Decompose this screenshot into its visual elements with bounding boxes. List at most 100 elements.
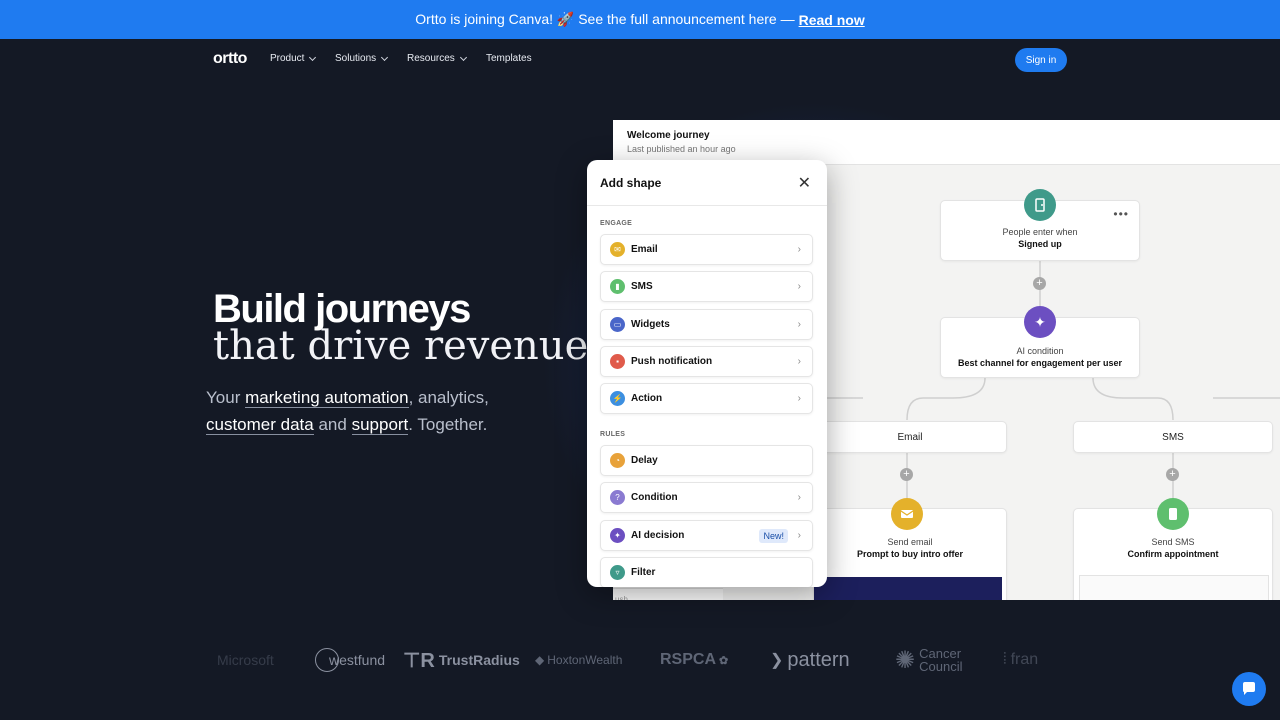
shape-item-delay[interactable]: ◔ Delay — [600, 445, 813, 476]
sub-prefix: Your — [206, 388, 241, 407]
send-sms-line2: Confirm appointment — [1127, 549, 1219, 559]
partial-node-text: ush — [615, 595, 628, 600]
logo-fran: ⦙ fran — [1003, 651, 1039, 668]
customer-logos: Microsoft westfund ⊤R TrustRadius ◆ Hoxton… — [215, 642, 1055, 678]
widget-icon: ▭ — [610, 317, 625, 332]
send-email-line2: Prompt to buy intro offer — [857, 549, 963, 559]
chevron-right-icon: › — [797, 393, 801, 404]
logo-westfund-text: westfund — [329, 652, 386, 668]
chevron-down-icon — [381, 53, 389, 61]
sign-in-button[interactable]: Sign in — [1015, 48, 1067, 72]
banner-text: Ortto is joining Canva! 🚀 See the full a… — [415, 11, 795, 27]
sparkle-icon: ✦ — [1024, 306, 1056, 338]
sms-preview — [1079, 575, 1269, 600]
more-options-icon[interactable]: ••• — [1113, 207, 1129, 221]
email-icon — [891, 498, 923, 530]
chevron-down-icon — [309, 53, 317, 61]
shape-item-ai-decision[interactable]: ✦ AI decision New! › — [600, 520, 813, 551]
nav-product[interactable]: Product — [270, 53, 317, 64]
read-now-link[interactable]: Read now — [799, 12, 865, 28]
send-sms-line1: Send SMS — [1151, 537, 1195, 547]
sub-suffix: . Together. — [408, 415, 488, 434]
send-email-line1: Send email — [887, 537, 933, 547]
close-icon[interactable]: ✕ — [798, 173, 811, 193]
shape-item-label: Push notification — [631, 356, 713, 367]
nav-templates[interactable]: Templates — [486, 53, 532, 64]
shape-item-email[interactable]: ✉ Email › — [600, 234, 813, 265]
modal-title: Add shape — [600, 176, 662, 190]
shape-item-push-notification[interactable]: ▪ Push notification › — [600, 346, 813, 377]
chevron-right-icon: › — [797, 281, 801, 292]
hero-headline-serif: that drive revenue — [213, 323, 589, 369]
engage-section-label: ENGAGE — [600, 220, 633, 227]
logo-hoxtonwealth-text: HoxtonWealth — [547, 653, 623, 667]
branch-sms[interactable]: SMS — [1073, 421, 1273, 453]
logo-rspca: RSPCA ✿ — [660, 651, 729, 668]
shape-item-action[interactable]: ⚡ Action › — [600, 383, 813, 414]
email-icon: ✉ — [610, 242, 625, 257]
ortto-logo[interactable]: ortto — [213, 50, 247, 68]
logo-rspca-text: RSPCA — [660, 651, 717, 668]
hero-subheading: Your marketing automation, analytics, cu… — [206, 384, 526, 438]
shape-item-label: Action — [631, 393, 663, 404]
add-step-icon[interactable]: + — [1033, 277, 1046, 290]
shape-item-condition[interactable]: ? Condition › — [600, 482, 813, 513]
partial-node: ush — [613, 588, 723, 600]
nav-resources[interactable]: Resources — [407, 53, 467, 64]
chevron-right-icon: › — [797, 244, 801, 255]
chevron-right-icon: › — [797, 319, 801, 330]
add-step-icon[interactable]: + — [900, 468, 913, 481]
customer-data-link[interactable]: customer data — [206, 415, 314, 435]
support-link[interactable]: support — [351, 415, 409, 435]
sub-mid2: and — [318, 415, 347, 434]
announcement-banner: Ortto is joining Canva! 🚀 See the full a… — [0, 0, 1280, 39]
shape-item-label: Condition — [631, 492, 678, 503]
rules-section-label: RULES — [600, 431, 626, 438]
door-icon — [1024, 189, 1056, 221]
logo-pattern: ❯ pattern — [770, 648, 850, 671]
shape-item-sms[interactable]: ▮ SMS › — [600, 271, 813, 302]
chevron-down-icon — [459, 53, 467, 61]
condition-line2: Best channel for engagement per user — [957, 358, 1123, 368]
nav-templates-label: Templates — [486, 53, 532, 64]
shape-item-label: Widgets — [631, 319, 670, 330]
logo-microsoft: Microsoft — [217, 652, 274, 668]
bolt-icon: ⚡ — [610, 391, 625, 406]
shape-item-label: SMS — [631, 281, 653, 292]
logo-trustradius-text: TrustRadius — [438, 652, 520, 668]
clock-icon: ◔ — [610, 453, 625, 468]
logo-cancer-council-text: Cancer Council — [919, 646, 963, 674]
sub-mid1: , analytics, — [408, 388, 489, 407]
shape-item-label: AI decision — [631, 530, 685, 541]
add-shape-modal: Add shape ✕ ENGAGE ✉ Email › ▮ SMS › ▭ W… — [587, 160, 827, 587]
phone-icon — [1157, 498, 1189, 530]
shape-item-label: Delay — [631, 455, 658, 466]
logo-fran-text: fran — [1010, 651, 1039, 668]
logo-hoxtonwealth: ◆ HoxtonWealth — [535, 653, 623, 667]
shape-item-label: Email — [631, 244, 658, 255]
marketing-automation-link[interactable]: marketing automation — [245, 388, 409, 408]
chevron-right-icon: › — [797, 356, 801, 367]
logo-cancer-council: ✺ Cancer Council — [895, 642, 969, 678]
condition-line1: AI condition — [1016, 346, 1064, 356]
email-preview — [814, 577, 1002, 600]
top-nav: ortto Product Solutions Resources Templa… — [0, 39, 1280, 81]
shape-item-filter[interactable]: ▿ Filter — [600, 557, 813, 587]
shape-item-widgets[interactable]: ▭ Widgets › — [600, 309, 813, 340]
logo-westfund: westfund — [315, 642, 385, 678]
chat-bubble-icon — [1243, 682, 1255, 695]
trigger-line1: People enter when — [1002, 227, 1078, 237]
sparkle-icon: ✦ — [610, 528, 625, 543]
nav-solutions-label: Solutions — [335, 53, 377, 64]
nav-resources-label: Resources — [407, 53, 455, 64]
condition-icon: ? — [610, 490, 625, 505]
chevron-right-icon: › — [797, 530, 801, 541]
shape-item-label: Filter — [631, 567, 656, 578]
add-step-icon[interactable]: + — [1166, 468, 1179, 481]
chat-launcher-button[interactable] — [1232, 672, 1266, 706]
nav-solutions[interactable]: Solutions — [335, 53, 389, 64]
branch-email[interactable]: Email — [813, 421, 1007, 453]
logo-trustradius: ⊤R TrustRadius — [403, 649, 520, 672]
trigger-line2: Signed up — [1018, 239, 1062, 249]
phone-icon: ▮ — [610, 279, 625, 294]
